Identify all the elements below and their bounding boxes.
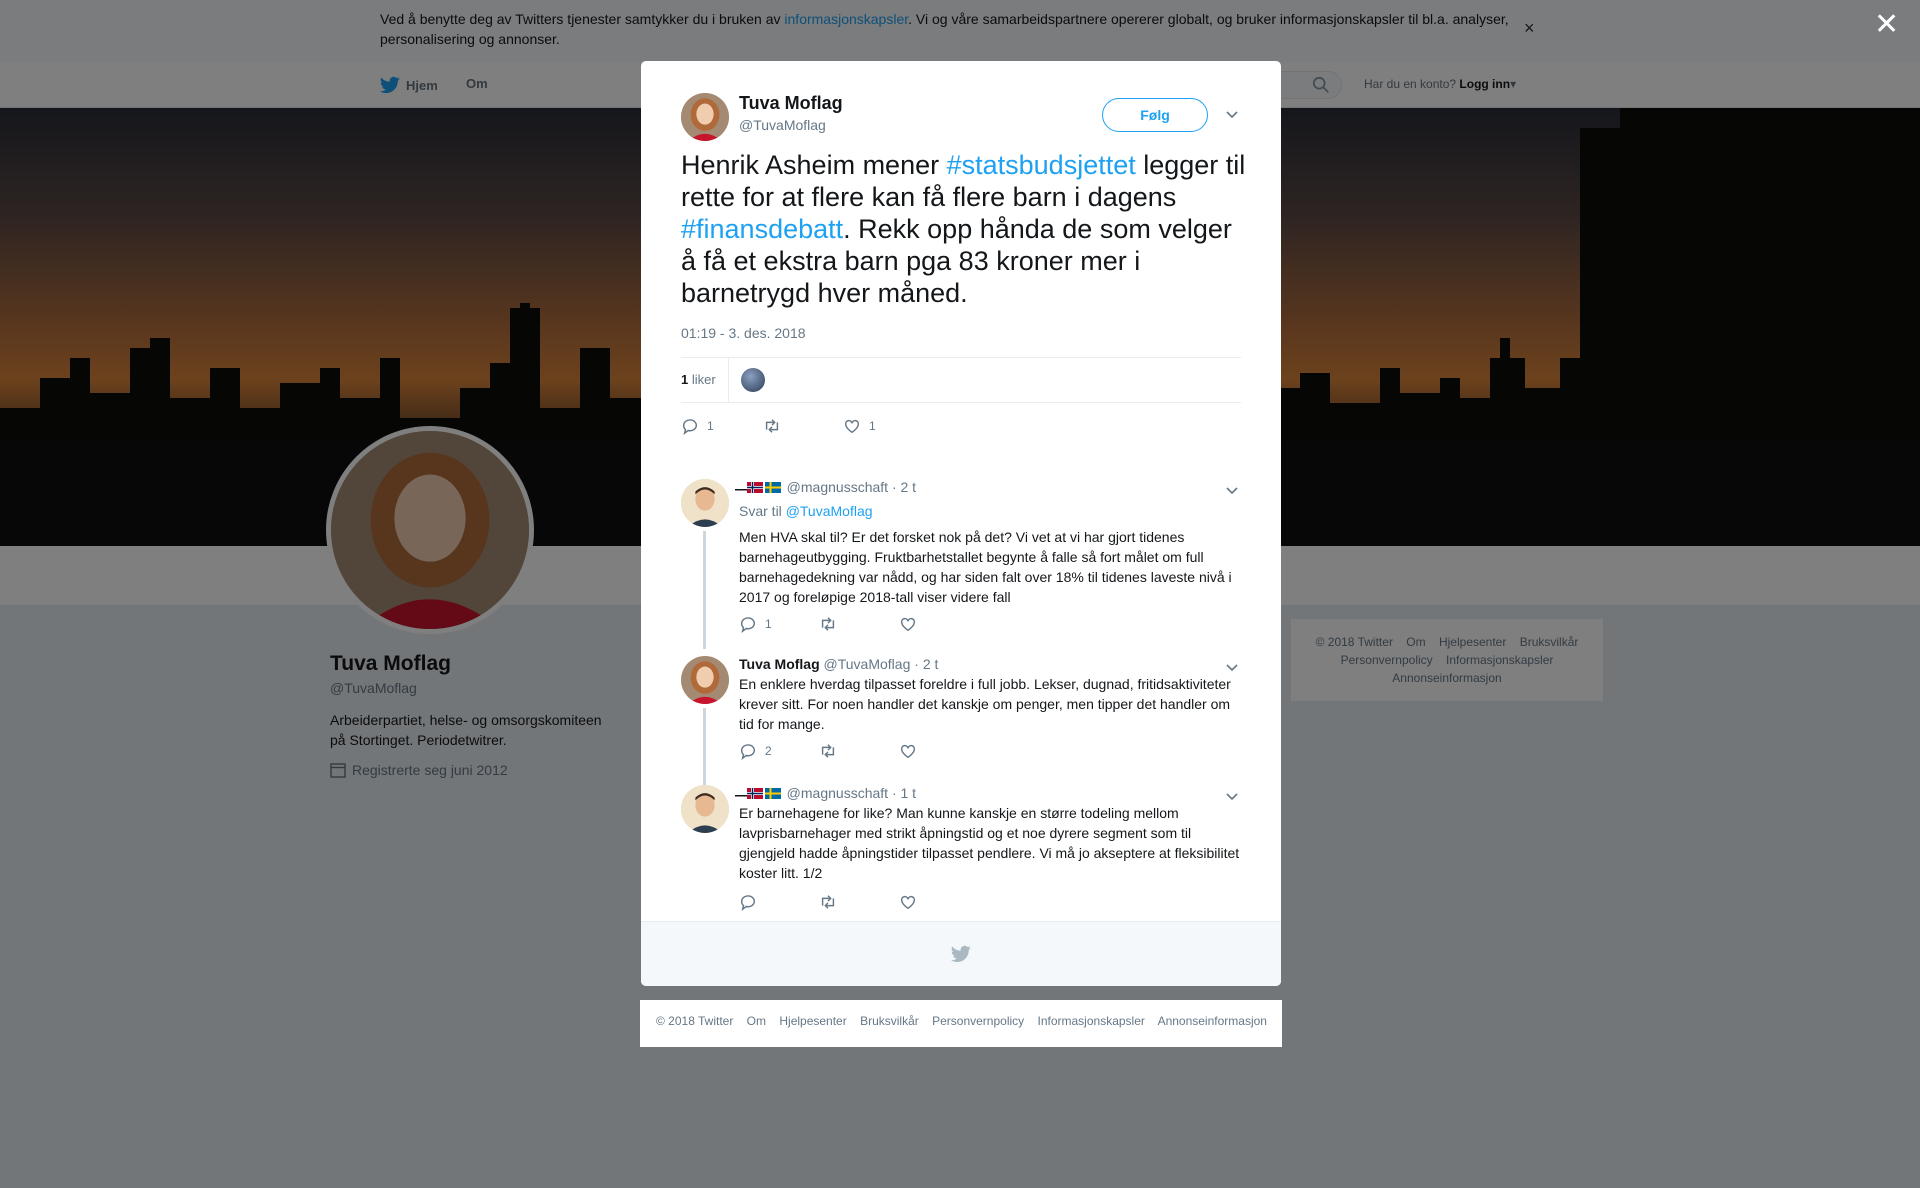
liker-avatar[interactable]	[741, 368, 765, 392]
retweet-button[interactable]	[819, 615, 899, 633]
norway-flag-icon	[746, 788, 763, 799]
chevron-down-icon[interactable]	[1225, 789, 1239, 803]
retweet-icon	[821, 744, 835, 758]
reply-tweet[interactable]: Tuva Moflag @TuvaMoflag · 2 t En enklere…	[681, 656, 1251, 786]
tweet-author-name[interactable]: Tuva Moflag	[739, 93, 843, 114]
reply-author-avatar[interactable]	[681, 479, 729, 527]
footer-link-copyright[interactable]: © 2018 Twitter	[656, 1014, 733, 1028]
tweet-stats: 1 liker	[681, 357, 1241, 403]
heart-icon	[900, 617, 916, 632]
hashtag-link[interactable]: #finansdebatt	[681, 214, 843, 244]
hashtag-link[interactable]: #statsbudsjettet	[947, 150, 1136, 180]
footer-link-terms[interactable]: Bruksvilkår	[860, 1014, 919, 1028]
thread-line	[703, 531, 706, 649]
reply-header: Tuva Moflag @TuvaMoflag · 2 t	[739, 656, 938, 672]
reply-icon	[740, 617, 755, 633]
reply-author-handle[interactable]: @TuvaMoflag	[824, 656, 911, 672]
sweden-flag-icon	[764, 788, 781, 799]
reply-tweet[interactable]: ̶̶̶̶̶̶̶ ̶̶̶̶̶̶̶ @magnusschaft · 1 t Er b…	[681, 785, 1251, 925]
footer-link-ads[interactable]: Annonseinformasjon	[1158, 1014, 1267, 1028]
reply-icon	[740, 895, 755, 911]
retweet-icon	[821, 617, 835, 631]
reply-to-label: Svar til	[739, 503, 782, 519]
norway-flag-icon	[746, 482, 763, 493]
like-button[interactable]	[899, 742, 917, 760]
heart-icon	[900, 744, 916, 759]
chevron-down-icon[interactable]	[1225, 660, 1239, 674]
tweet-author-handle[interactable]: @TuvaMoflag	[739, 117, 826, 133]
reply-time[interactable]: · 1 t	[892, 785, 916, 801]
heart-icon	[844, 419, 860, 434]
person-avatar-graphic	[681, 656, 729, 704]
heart-icon	[900, 895, 916, 910]
reply-time[interactable]: · 2 t	[892, 479, 916, 495]
reply-header: ̶̶̶̶̶̶̶ ̶̶̶̶̶̶̶ @magnusschaft · 1 t	[739, 785, 916, 801]
tweet-text-part: Henrik Asheim mener	[681, 150, 947, 180]
like-button[interactable]	[899, 615, 917, 633]
reply-count: 1	[765, 617, 772, 631]
likes-count-number: 1	[681, 372, 689, 387]
follow-button[interactable]: Følg	[1102, 98, 1208, 132]
modal-footer	[641, 921, 1281, 986]
reply-button[interactable]: 2	[739, 742, 819, 760]
stats-divider	[728, 358, 729, 402]
chevron-down-icon[interactable]	[1225, 483, 1239, 497]
footer-link-privacy[interactable]: Personvernpolicy	[932, 1014, 1024, 1028]
retweet-icon	[765, 419, 779, 433]
reply-time[interactable]: · 2 t	[914, 656, 938, 672]
modal-bottom-footer: © 2018 Twitter Om Hjelpesenter Bruksvilk…	[640, 1000, 1282, 1047]
retweet-button[interactable]	[819, 742, 899, 760]
retweet-button[interactable]	[763, 417, 843, 435]
retweet-icon	[821, 895, 835, 909]
reply-icon	[740, 744, 755, 760]
reply-button[interactable]: 1	[739, 615, 819, 633]
sweden-flag-icon	[764, 482, 781, 493]
reply-button[interactable]	[739, 893, 819, 911]
footer-link-help[interactable]: Hjelpesenter	[779, 1014, 846, 1028]
reply-count: 1	[707, 419, 714, 433]
close-icon[interactable]: ✕	[1874, 10, 1899, 40]
person-avatar-graphic	[681, 479, 729, 527]
reply-author-name[interactable]: Tuva Moflag	[739, 656, 820, 672]
reply-author-avatar[interactable]	[681, 785, 729, 833]
likes-count[interactable]: 1 liker	[681, 372, 716, 387]
reply-author-handle[interactable]: @magnusschaft	[787, 785, 888, 801]
retweet-button[interactable]	[819, 893, 899, 911]
person-avatar-graphic	[681, 785, 729, 833]
reply-header: ̶̶̶̶̶̶̶ ̶̶̶̶̶̶̶ @magnusschaft · 2 t	[739, 479, 916, 495]
like-count: 1	[869, 419, 876, 433]
like-button[interactable]: 1	[843, 417, 876, 435]
tweet-author-avatar[interactable]	[681, 93, 729, 141]
likes-count-label: liker	[691, 372, 716, 387]
footer-link-about[interactable]: Om	[747, 1014, 766, 1028]
reply-tweet[interactable]: ̶̶̶̶̶̶̶ ̶̶̶̶̶̶̶ @magnusschaft · 2 t Svar…	[681, 479, 1251, 649]
reply-text: Er barnehagene for like? Man kunne kansk…	[739, 805, 1240, 881]
twitter-bird-icon	[951, 945, 971, 962]
reply-actions	[739, 893, 917, 911]
reply-button[interactable]: 1	[681, 417, 763, 435]
like-button[interactable]	[899, 893, 917, 911]
reply-text: Men HVA skal til? Er det forsket nok på …	[739, 529, 1232, 605]
reply-to-link[interactable]: @TuvaMoflag	[786, 503, 873, 519]
tweet-modal: Tuva Moflag @TuvaMoflag Følg Henrik Ashe…	[641, 61, 1281, 986]
reply-actions: 1	[739, 615, 917, 633]
reply-author-name[interactable]: ̶̶̶̶̶̶̶ ̶̶̶̶̶̶̶	[739, 785, 743, 801]
reply-author-handle[interactable]: @magnusschaft	[787, 479, 888, 495]
reply-text: En enklere hverdag tilpasset foreldre i …	[739, 676, 1231, 732]
tweet-text: Henrik Asheim mener #statsbudsjettet leg…	[681, 149, 1251, 309]
reply-author-avatar[interactable]	[681, 656, 729, 704]
person-avatar-graphic	[681, 93, 729, 141]
reply-to-line: Svar til @TuvaMoflag	[739, 503, 873, 519]
tweet-timestamp[interactable]: 01:19 - 3. des. 2018	[681, 325, 806, 341]
reply-count: 2	[765, 744, 772, 758]
reply-author-name[interactable]: ̶̶̶̶̶̶̶ ̶̶̶̶̶̶̶	[739, 479, 743, 495]
reply-actions: 2	[739, 742, 917, 760]
thread-line	[703, 708, 706, 786]
reply-icon	[682, 419, 697, 435]
chevron-down-icon[interactable]	[1225, 107, 1239, 121]
footer-link-cookies[interactable]: Informasjonskapsler	[1038, 1014, 1145, 1028]
tweet-actions: 1 1	[681, 417, 876, 435]
